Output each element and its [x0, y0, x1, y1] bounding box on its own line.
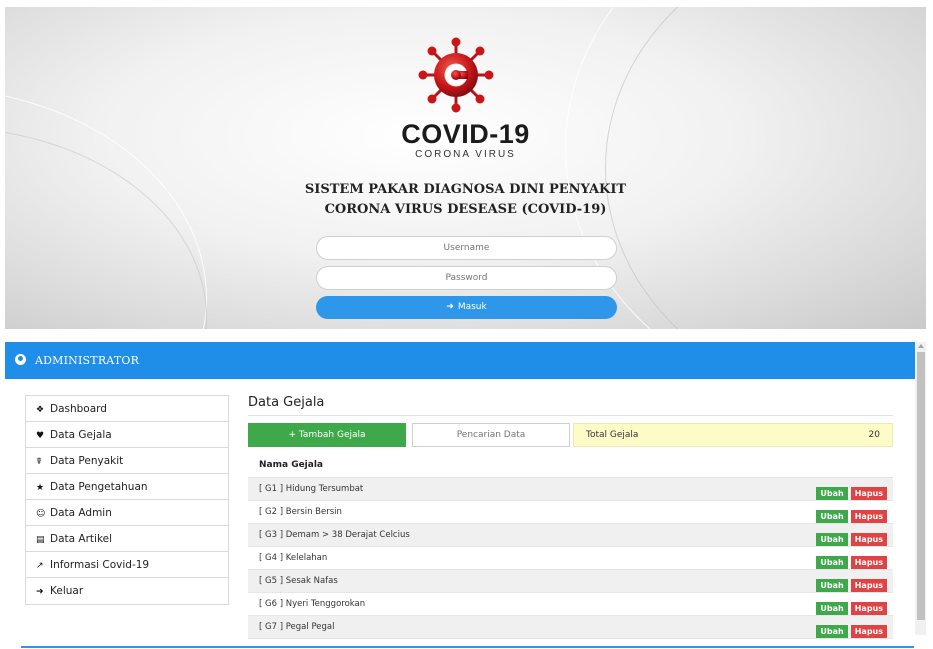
user-circle-icon: ☺: [36, 509, 46, 519]
sidebar-item-data-pengetahuan[interactable]: ★ Data Pengetahuan: [26, 474, 228, 500]
toolbar: + Tambah Gejala Total Gejala 20: [248, 423, 893, 447]
bottom-divider: [21, 646, 914, 648]
row-actions: Ubah Hapus: [816, 506, 887, 523]
sidebar-item-data-artikel[interactable]: ▤ Data Artikel: [26, 526, 228, 552]
table-row: [ G3 ] Demam > 38 Derajat Celcius Ubah Hap…: [248, 524, 893, 547]
symptom-name: [ G7 ] Pegal Pegal: [259, 622, 335, 632]
header-title: ADMINISTRATOR: [35, 354, 140, 367]
background-swoosh: [605, 7, 926, 329]
sidebar-item-label: Informasi Covid-19: [50, 559, 150, 571]
row-actions: Ubah Hapus: [816, 529, 887, 546]
edit-button[interactable]: Ubah: [816, 533, 848, 546]
edit-button[interactable]: Ubah: [816, 625, 848, 638]
sidebar-item-dashboard[interactable]: ❖ Dashboard: [26, 396, 228, 422]
total-symptoms-box: Total Gejala 20: [573, 423, 893, 447]
page-title: Data Gejala: [248, 395, 893, 416]
search-input[interactable]: [412, 423, 570, 447]
edit-button[interactable]: Ubah: [816, 556, 848, 569]
login-panel: COVID-19 CORONA VIRUS SISTEM PAKAR DIAGN…: [5, 7, 926, 329]
brand-title: COVID-19: [401, 119, 530, 149]
table-header: Nama Gejala: [248, 453, 893, 478]
brand-subtitle: CORONA VIRUS: [415, 149, 516, 160]
symptom-name: [ G3 ] Demam > 38 Derajat Celcius: [259, 530, 410, 540]
total-value: 20: [868, 430, 880, 440]
sidebar-item-informasi-covid-19[interactable]: ↗ Informasi Covid-19: [26, 552, 228, 578]
row-actions: Ubah Hapus: [816, 621, 887, 638]
symptom-name: [ G1 ] Hidung Tersumbat: [259, 484, 364, 494]
row-actions: Ubah Hapus: [816, 483, 887, 500]
table-row: [ G6 ] Nyeri Tenggorokan Ubah Hapus: [248, 593, 893, 616]
login-button-label: Masuk: [457, 302, 487, 312]
heartbeat-icon: ♥: [36, 431, 45, 441]
row-actions: Ubah Hapus: [816, 575, 887, 592]
admin-header: ADMINISTRATOR: [5, 342, 915, 379]
sign-in-icon: ➜: [446, 302, 454, 312]
delete-button[interactable]: Hapus: [850, 533, 887, 546]
table-row: [ G1 ] Hidung Tersumbat Ubah Hapus: [248, 478, 893, 501]
login-button[interactable]: ➜ Masuk: [316, 296, 617, 319]
sidebar-item-data-penyakit[interactable]: ☤ Data Penyakit: [26, 448, 228, 474]
symptom-name: [ G5 ] Sesak Nafas: [259, 576, 338, 586]
table-row: [ G4 ] Kelelahan Ubah Hapus: [248, 547, 893, 570]
sign-out-icon: ➜: [36, 587, 44, 597]
delete-button[interactable]: Hapus: [850, 579, 887, 592]
sidebar-item-label: Data Artikel: [50, 533, 113, 545]
symptom-name: [ G4 ] Kelelahan: [259, 553, 328, 563]
delete-button[interactable]: Hapus: [850, 510, 887, 523]
app-title-line1: SISTEM PAKAR DIAGNOSA DINI PENYAKIT: [304, 182, 627, 197]
edit-button[interactable]: Ubah: [816, 487, 848, 500]
sidebar: ❖ Dashboard ♥ Data Gejala ☤ Data Penyakit ★ Dat…: [25, 395, 229, 605]
dashboard-icon: ❖: [36, 405, 45, 415]
row-actions: Ubah Hapus: [816, 552, 887, 569]
line-chart-icon: ↗: [36, 561, 44, 571]
table-row: [ G7 ] Pegal Pegal Ubah Hapus: [248, 616, 893, 639]
delete-button[interactable]: Hapus: [850, 602, 887, 615]
newspaper-icon: ▤: [36, 535, 45, 545]
delete-button[interactable]: Hapus: [850, 625, 887, 638]
edit-button[interactable]: Ubah: [816, 579, 848, 592]
sidebar-item-label: Data Gejala: [50, 429, 112, 441]
main-content: Data Gejala + Tambah Gejala Total Gejala…: [248, 395, 893, 639]
edit-button[interactable]: Ubah: [816, 602, 848, 615]
sidebar-item-data-admin[interactable]: ☺ Data Admin: [26, 500, 228, 526]
table-row: [ G2 ] Bersin Bersin Ubah Hapus: [248, 501, 893, 524]
add-symptom-button[interactable]: + Tambah Gejala: [248, 423, 406, 447]
password-input[interactable]: [316, 266, 617, 290]
sidebar-item-label: Dashboard: [50, 403, 107, 415]
scroll-up-arrow-icon[interactable]: [918, 344, 924, 348]
sidebar-item-data-gejala[interactable]: ♥ Data Gejala: [26, 422, 228, 448]
symptom-table: Nama Gejala [ G1 ] Hidung Tersumbat Ubah H…: [248, 453, 893, 639]
username-input[interactable]: [316, 236, 617, 260]
app-title-line2: CORONA VIRUS DESEASE (COVID-19): [324, 202, 607, 217]
star-icon: ★: [36, 483, 45, 493]
delete-button[interactable]: Hapus: [850, 556, 887, 569]
symptom-name: [ G6 ] Nyeri Tenggorokan: [259, 599, 366, 609]
sidebar-item-label: Data Admin: [50, 507, 112, 519]
sidebar-item-label: Data Pengetahuan: [50, 481, 148, 493]
delete-button[interactable]: Hapus: [850, 487, 887, 500]
sidebar-item-keluar[interactable]: ➜ Keluar: [26, 578, 228, 604]
row-actions: Ubah Hapus: [816, 598, 887, 615]
vertical-scrollbar[interactable]: [915, 342, 926, 635]
symptom-name: [ G2 ] Bersin Bersin: [259, 507, 342, 517]
sidebar-item-label: Keluar: [50, 585, 84, 597]
admin-panel: ADMINISTRATOR ❖ Dashboard ♥ Data Gejala ☤ Dat…: [5, 342, 926, 649]
edit-button[interactable]: Ubah: [816, 510, 848, 523]
virus-logo-icon: [418, 37, 494, 113]
table-body: [ G1 ] Hidung Tersumbat Ubah Hapus[ G2 ] B…: [248, 478, 893, 639]
sidebar-item-label: Data Penyakit: [50, 455, 124, 467]
user-circle-icon: [15, 354, 26, 365]
table-row: [ G5 ] Sesak Nafas Ubah Hapus: [248, 570, 893, 593]
scrollbar-thumb[interactable]: [917, 352, 925, 620]
total-label: Total Gejala: [586, 430, 639, 440]
wheelchair-icon: ☤: [36, 457, 43, 467]
